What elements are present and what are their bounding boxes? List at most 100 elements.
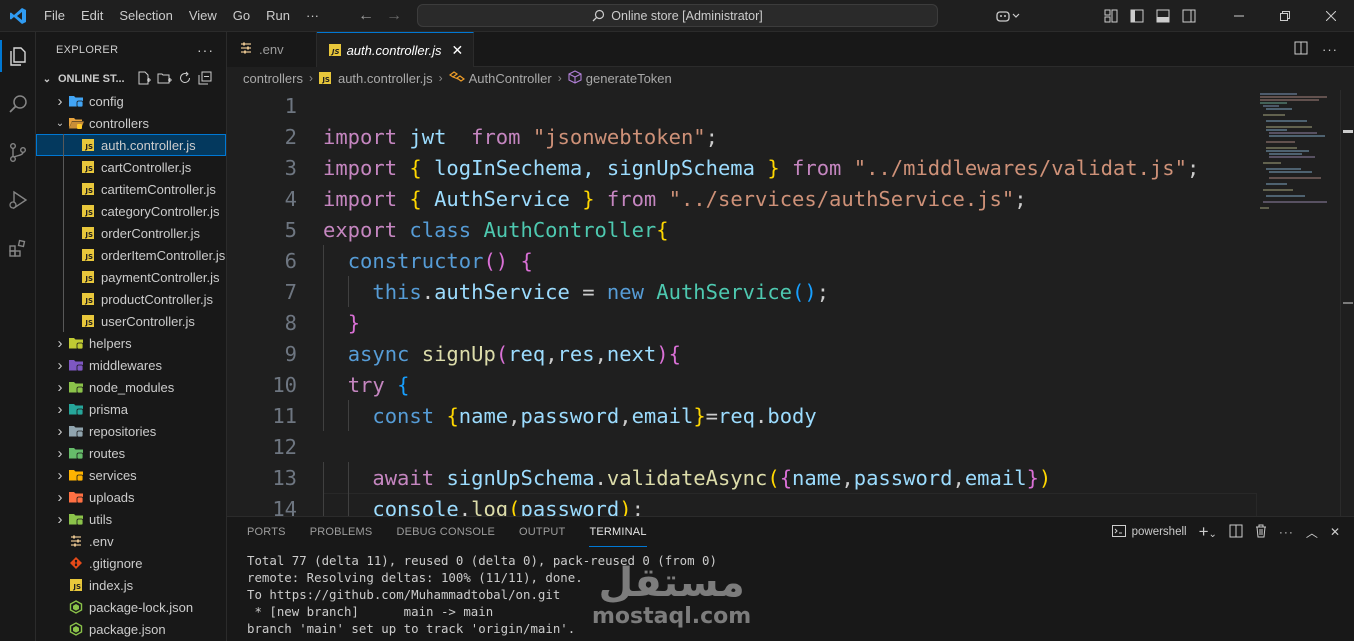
navigation-arrows: ← → — [358, 0, 402, 32]
code-line: 1 — [227, 90, 1257, 121]
file-item[interactable]: JS paymentController.js — [36, 266, 226, 288]
code-token: ) — [1038, 465, 1052, 490]
folder-item[interactable]: › utils — [36, 508, 226, 530]
new-terminal-icon[interactable]: +⌄ — [1199, 522, 1217, 542]
toggle-primary-sidebar-icon[interactable] — [1124, 9, 1150, 23]
run-debug-icon[interactable] — [0, 176, 36, 224]
folder-item[interactable]: › services — [36, 464, 226, 486]
folder-item[interactable]: › helpers — [36, 332, 226, 354]
menu-item[interactable]: ··· — [298, 0, 327, 32]
breadcrumb-item[interactable]: auth.controller.js — [338, 71, 433, 86]
workspace-root[interactable]: ⌄ ONLINE ST... — [36, 68, 226, 90]
file-item[interactable]: JS userController.js — [36, 310, 226, 332]
menu-item[interactable]: Run — [258, 0, 298, 32]
close-icon[interactable] — [1308, 0, 1354, 32]
tab-env[interactable]: .env — [227, 32, 317, 67]
menu-item[interactable]: Go — [225, 0, 258, 32]
split-terminal-icon[interactable] — [1229, 524, 1243, 541]
code-token: try — [347, 372, 385, 397]
code-token: = — [569, 279, 607, 304]
code-editor[interactable]: 1 2 import jwt from "jsonwebtoken"; 3 import… — [227, 90, 1257, 516]
code-token: , — [619, 403, 632, 428]
settings-file-icon — [68, 533, 84, 549]
folder-item[interactable]: › prisma — [36, 398, 226, 420]
tab-output[interactable]: OUTPUT — [519, 517, 565, 547]
folder-item[interactable]: › uploads — [36, 486, 226, 508]
close-panel-icon[interactable]: ✕ — [1330, 525, 1340, 539]
toggle-panel-icon[interactable] — [1150, 9, 1176, 23]
folder-item[interactable]: › middlewares — [36, 354, 226, 376]
tree-item-label: helpers — [89, 335, 132, 351]
source-control-icon[interactable] — [0, 128, 36, 176]
restore-icon[interactable] — [1262, 0, 1308, 32]
tab-auth-controller[interactable]: JS auth.controller.js ✕ — [316, 32, 475, 67]
folder-item[interactable]: › repositories — [36, 420, 226, 442]
tree-item-label: auth.controller.js — [101, 137, 196, 153]
code-token: new — [606, 279, 644, 304]
shell-name[interactable]: powershell — [1132, 526, 1187, 538]
minimap[interactable] — [1257, 90, 1342, 516]
file-item[interactable]: JS index.js — [36, 574, 226, 596]
folder-icon — [68, 445, 84, 461]
extensions-icon[interactable] — [0, 224, 36, 272]
copilot-icon[interactable] — [988, 9, 1028, 23]
maximize-panel-icon[interactable]: ︿ — [1306, 524, 1318, 541]
close-tab-icon[interactable]: ✕ — [451, 42, 463, 59]
vertical-scrollbar[interactable] — [1340, 90, 1354, 516]
file-item[interactable]: package.json — [36, 618, 226, 640]
more-actions-icon[interactable]: ··· — [1279, 525, 1294, 539]
new-folder-icon[interactable] — [157, 71, 172, 88]
file-item[interactable]: JS cartController.js — [36, 156, 226, 178]
file-item[interactable]: .env — [36, 530, 226, 552]
breadcrumb-item[interactable]: AuthController — [469, 71, 552, 86]
file-item[interactable]: JS productController.js — [36, 288, 226, 310]
menu-item[interactable]: File — [36, 0, 73, 32]
menu-item[interactable]: Edit — [73, 0, 111, 32]
code-token: import — [323, 155, 398, 180]
editor-actions: ··· — [1294, 32, 1354, 66]
more-actions-icon[interactable]: ··· — [1322, 42, 1338, 57]
folder-item[interactable]: › config — [36, 90, 226, 112]
tree-item-label: middlewares — [89, 357, 162, 373]
command-center-search[interactable]: Online store [Administrator] — [417, 4, 938, 27]
code-token: { — [668, 341, 681, 366]
file-item[interactable]: JS orderItemController.js — [36, 244, 226, 266]
customize-layout-icon[interactable] — [1098, 9, 1124, 23]
indent-guide — [323, 307, 324, 338]
folder-item[interactable]: ⌄ controllers — [36, 112, 226, 134]
more-actions-icon[interactable]: ··· — [197, 42, 214, 58]
explorer-icon[interactable] — [0, 32, 36, 80]
file-item[interactable]: JS cartitemController.js — [36, 178, 226, 200]
file-item[interactable]: JS auth.controller.js — [36, 134, 226, 156]
code-token: signUp — [421, 341, 496, 366]
breadcrumb-item[interactable]: controllers — [243, 71, 303, 86]
tab-ports[interactable]: PORTS — [247, 517, 286, 547]
split-editor-icon[interactable] — [1294, 41, 1308, 58]
folder-item[interactable]: › node_modules — [36, 376, 226, 398]
tab-problems[interactable]: PROBLEMS — [310, 517, 373, 547]
code-line: 6 constructor() { — [227, 245, 1257, 276]
new-file-icon[interactable] — [137, 71, 151, 88]
activity-bar — [0, 32, 36, 641]
js-file-icon: JS — [80, 313, 96, 329]
file-item[interactable]: JS orderController.js — [36, 222, 226, 244]
trash-icon[interactable] — [1255, 524, 1267, 541]
menu-item[interactable]: Selection — [111, 0, 180, 32]
forward-arrow-icon[interactable]: → — [386, 7, 402, 25]
tab-debug-console[interactable]: DEBUG CONSOLE — [396, 517, 495, 547]
file-item[interactable]: .gitignore — [36, 552, 226, 574]
back-arrow-icon[interactable]: ← — [358, 7, 374, 25]
code-token: AuthController — [483, 217, 657, 242]
tab-terminal[interactable]: TERMINAL — [589, 517, 647, 547]
search-view-icon[interactable] — [0, 80, 36, 128]
file-item[interactable]: package-lock.json — [36, 596, 226, 618]
collapse-all-icon[interactable] — [198, 71, 212, 88]
file-item[interactable]: JS categoryController.js — [36, 200, 226, 222]
toggle-secondary-sidebar-icon[interactable] — [1176, 9, 1202, 23]
minimize-icon[interactable] — [1216, 0, 1262, 32]
folder-item[interactable]: › routes — [36, 442, 226, 464]
refresh-icon[interactable] — [178, 71, 192, 88]
menu-item[interactable]: View — [181, 0, 225, 32]
breadcrumb-item[interactable]: generateToken — [586, 71, 672, 86]
